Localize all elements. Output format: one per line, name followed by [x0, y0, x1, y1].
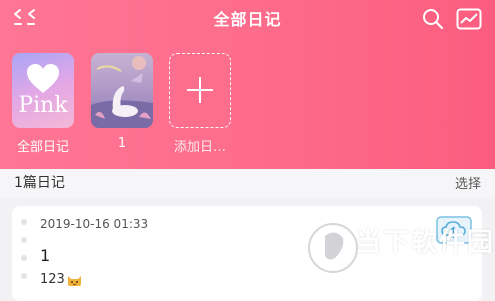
cover-title: Pink	[18, 93, 68, 118]
cat-emoji-icon	[67, 275, 81, 286]
entry-title: 1	[40, 246, 51, 265]
search-icon[interactable]	[422, 8, 444, 30]
watermark-text: 当下软件园	[355, 228, 495, 258]
diary-label-add[interactable]: 添加日…	[166, 136, 234, 155]
heart-icon	[27, 64, 59, 93]
swan-illustration	[91, 56, 153, 128]
add-diary-button[interactable]	[169, 53, 231, 128]
diary-label-1[interactable]: 1	[91, 136, 153, 151]
diary-cover-1[interactable]	[91, 53, 153, 128]
entry-date: 2019-10-16 01:33	[40, 217, 149, 231]
diary-label-all[interactable]: 全部日记	[10, 136, 76, 155]
trend-chart-icon[interactable]	[456, 8, 482, 30]
diary-count: 1篇日记	[14, 175, 65, 191]
plus-icon	[187, 77, 213, 103]
entry-body: 123	[40, 272, 82, 287]
select-button[interactable]: 选择	[455, 173, 481, 192]
diary-cover-all[interactable]: Pink	[12, 53, 74, 128]
watermark-url: www.downxia.com	[362, 258, 465, 271]
entry-body-text: 123	[40, 272, 65, 287]
page-title: 全部日记	[213, 10, 282, 29]
section-bar	[0, 169, 495, 197]
timeline-dots	[21, 219, 27, 279]
